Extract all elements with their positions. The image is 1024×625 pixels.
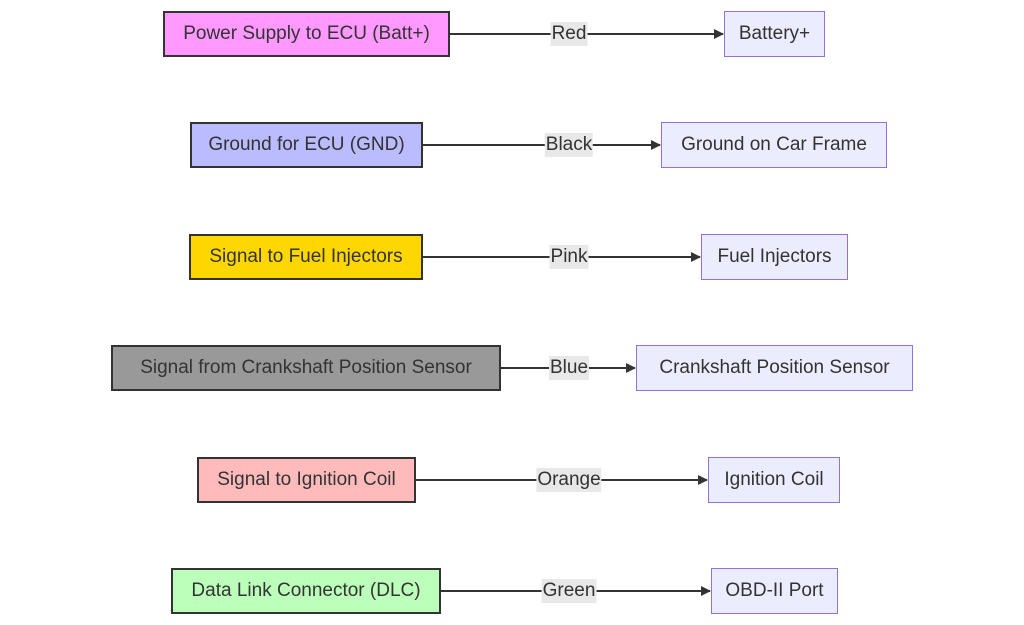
wire-color-label: Green bbox=[541, 579, 597, 603]
source-node: Power Supply to ECU (Batt+) bbox=[163, 11, 450, 57]
wire-color-label: Pink bbox=[549, 245, 589, 269]
wire-color-label: Black bbox=[544, 133, 594, 157]
source-node: Signal to Ignition Coil bbox=[197, 457, 416, 503]
target-node: Ignition Coil bbox=[708, 457, 840, 503]
source-node: Signal from Crankshaft Position Sensor bbox=[111, 345, 501, 391]
wire-color-label: Blue bbox=[548, 356, 590, 380]
wire-color-label: Orange bbox=[536, 468, 602, 492]
source-node: Signal to Fuel Injectors bbox=[189, 234, 423, 280]
target-node: Fuel Injectors bbox=[701, 234, 848, 280]
target-node: OBD-II Port bbox=[711, 568, 838, 614]
wire-color-label: Red bbox=[550, 22, 588, 46]
target-node: Ground on Car Frame bbox=[661, 122, 887, 168]
edges-layer bbox=[416, 29, 724, 596]
source-node: Ground for ECU (GND) bbox=[190, 122, 423, 168]
target-node: Battery+ bbox=[724, 11, 825, 57]
source-node: Data Link Connector (DLC) bbox=[171, 568, 441, 614]
target-node: Crankshaft Position Sensor bbox=[636, 345, 913, 391]
